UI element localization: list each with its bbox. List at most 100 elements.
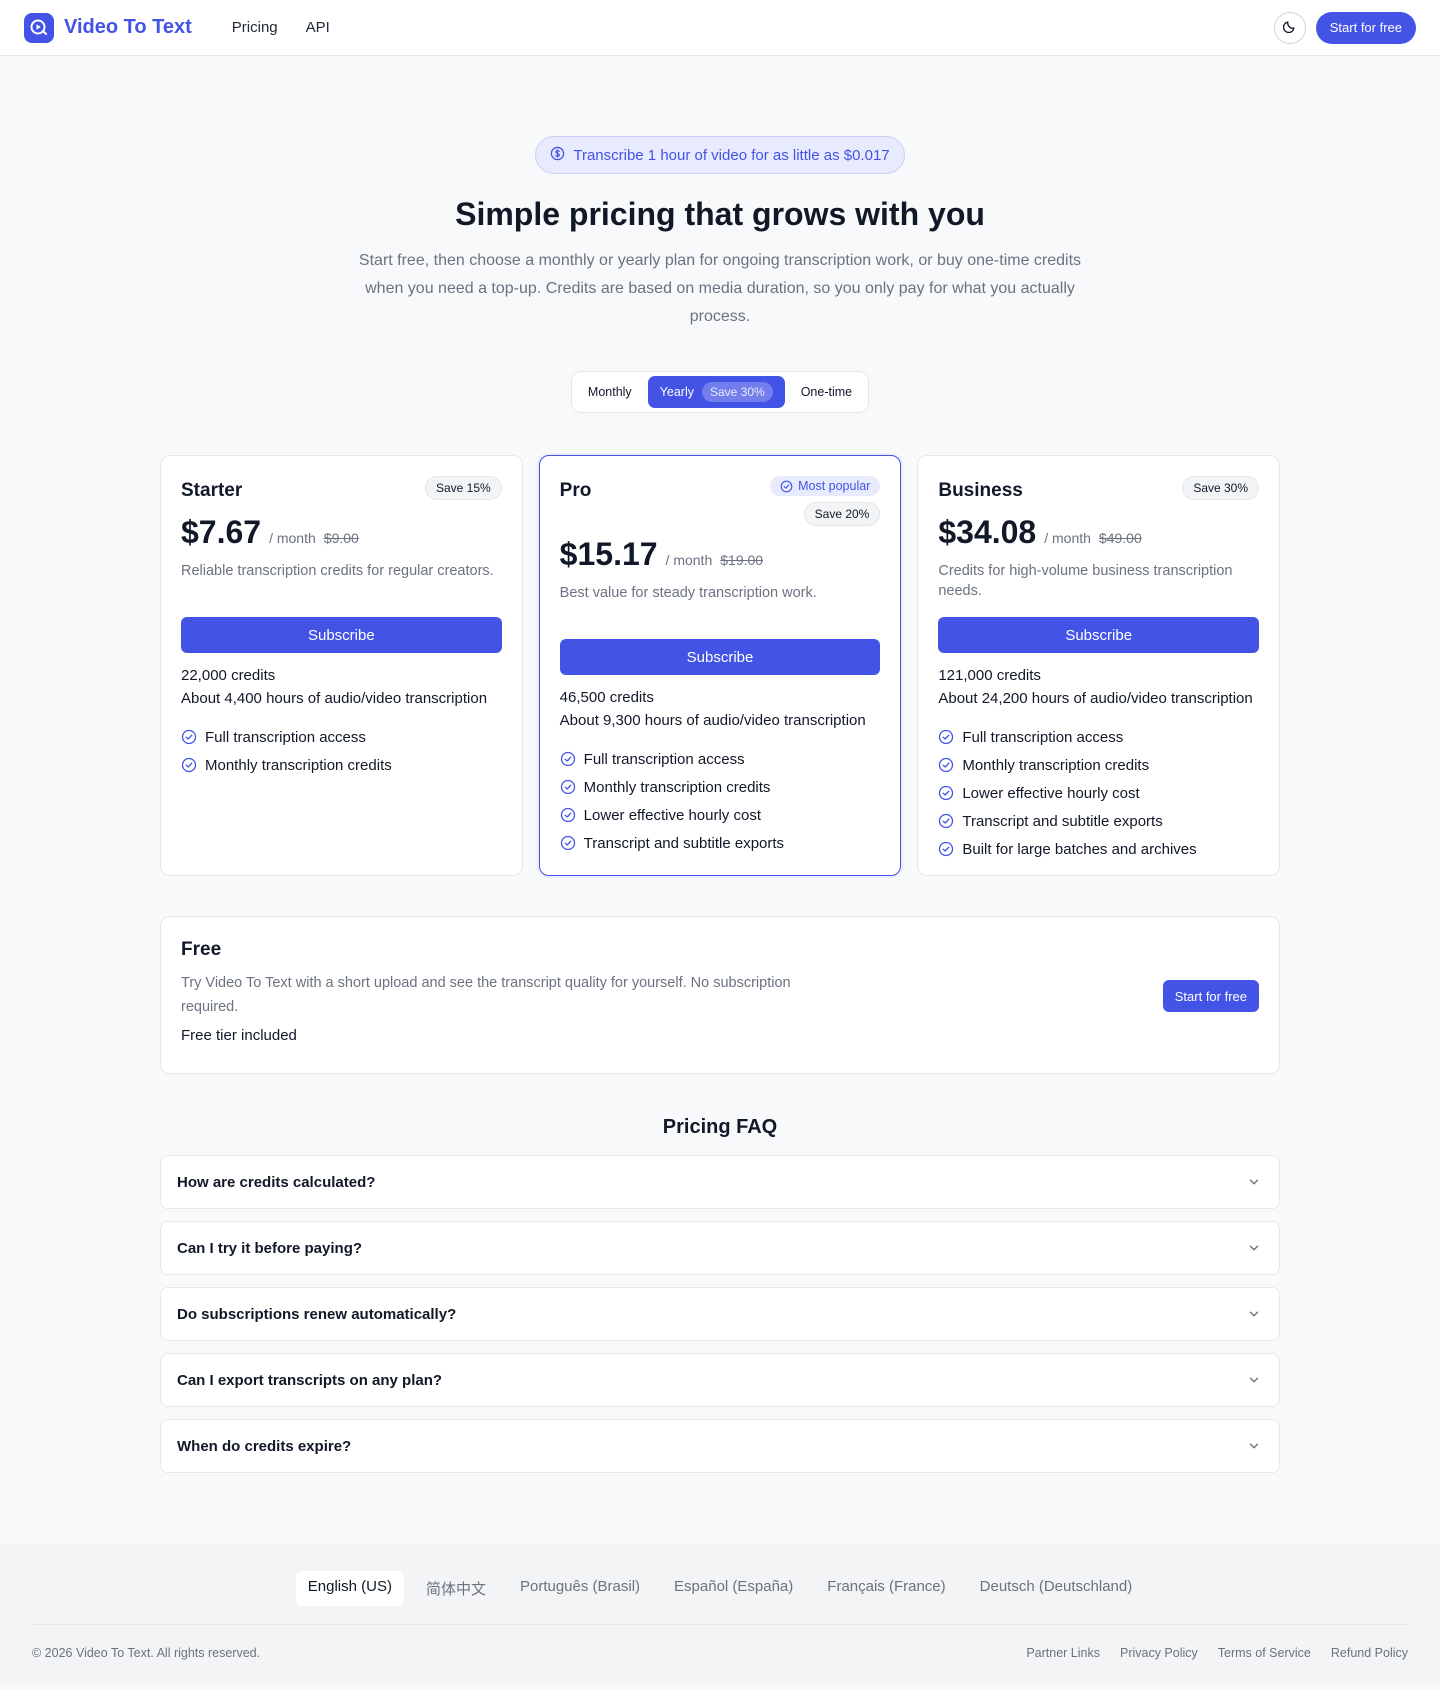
old-price: $49.00 — [1098, 530, 1142, 546]
language-option-zh[interactable]: 简体中文 — [414, 1571, 498, 1606]
check-circle-icon — [939, 757, 954, 773]
billing-tab-yearly-label: Yearly — [659, 385, 694, 399]
plan-card-business: Business Save 30% $34.08 / month $49.00 … — [917, 455, 1281, 876]
plan-description: Credits for high-volume business transcr… — [938, 563, 1233, 599]
most-popular-badge: Most popular — [770, 476, 881, 496]
chevron-down-icon — [1249, 1245, 1259, 1251]
list-item: Transcript and subtitle exports — [938, 807, 1259, 835]
faq-question: Can I try it before paying? — [177, 1239, 363, 1257]
footer-link-privacy[interactable]: Privacy Policy — [1120, 1646, 1198, 1660]
check-circle-icon — [181, 757, 197, 773]
footer-link-refund[interactable]: Refund Policy — [1331, 1646, 1408, 1660]
list-item: Full transcription access — [560, 745, 881, 773]
plan-credits: 46,500 credits — [560, 689, 881, 706]
language-option-pt[interactable]: Português (Brasil) — [508, 1571, 652, 1606]
dollar-icon — [550, 146, 565, 165]
nav-link-api[interactable]: API — [306, 19, 330, 36]
plan-name: Business — [938, 480, 1023, 501]
footer-link-terms[interactable]: Terms of Service — [1218, 1646, 1311, 1660]
plan-credits: 121,000 credits — [938, 667, 1259, 684]
faq-title: Pricing FAQ — [662, 1116, 778, 1138]
moon-icon — [1282, 19, 1297, 36]
credits-unit: credits — [231, 667, 276, 684]
check-circle-icon — [560, 751, 575, 767]
billing-tab-yearly[interactable]: Yearly Save 30% — [647, 376, 785, 408]
plan-price: $34.08 — [938, 514, 1037, 550]
plan-name: Pro — [559, 480, 592, 501]
price-row: $15.17 / month $19.00 — [560, 536, 881, 573]
check-circle-icon — [780, 480, 793, 492]
price-period: / month — [269, 530, 316, 546]
feature-text: Monthly transcription credits — [205, 756, 392, 774]
billing-toggle: Monthly Yearly Save 30% One-time — [570, 371, 870, 413]
theme-toggle-button[interactable] — [1273, 11, 1306, 44]
credits-unit: credits — [996, 667, 1041, 684]
credits-amount: 121,000 — [938, 667, 993, 684]
feature-list: Full transcription access Monthly transc… — [938, 723, 1259, 863]
faq-item[interactable]: When do credits expire? — [160, 1419, 1280, 1473]
main-nav: Pricing API — [232, 19, 330, 36]
billing-tab-onetime[interactable]: One-time — [789, 376, 864, 408]
free-plan-description: Try Video To Text with a short upload an… — [181, 975, 791, 1015]
price-row: $7.67 / month $9.00 — [181, 514, 502, 551]
price-period: / month — [665, 552, 713, 568]
credits-amount: 22,000 — [181, 667, 227, 684]
brand-name: Video To Text — [64, 16, 192, 38]
faq-item[interactable]: Do subscriptions renew automatically? — [160, 1287, 1280, 1341]
feature-list: Full transcription access Monthly transc… — [181, 723, 502, 779]
start-free-button[interactable]: Start for free — [1162, 980, 1259, 1012]
play-logo-icon — [24, 12, 54, 43]
credits-amount: 46,500 — [559, 689, 606, 706]
subscribe-pro-button[interactable]: Subscribe — [559, 639, 881, 675]
check-circle-icon — [939, 729, 954, 745]
faq-section: Pricing FAQ How are credits calculated? … — [160, 1116, 1280, 1473]
check-circle-icon — [939, 813, 954, 829]
feature-text: Full transcription access — [583, 750, 745, 768]
copyright: © 2026 Video To Text. All rights reserve… — [32, 1646, 261, 1660]
top-header: Video To Text Pricing API Start for free — [0, 0, 1440, 56]
language-option-fr[interactable]: Français (France) — [815, 1571, 957, 1606]
feature-text: Full transcription access — [962, 728, 1124, 746]
page-subtitle: Start free, then choose a monthly or yea… — [358, 252, 1082, 325]
free-plan-title: Free — [181, 939, 222, 960]
feature-text: Lower effective hourly cost — [962, 784, 1140, 802]
feature-text: Transcript and subtitle exports — [583, 834, 785, 852]
check-circle-icon — [939, 785, 954, 801]
feature-text: Built for large batches and archives — [962, 840, 1197, 858]
faq-question: When do credits expire? — [177, 1437, 352, 1455]
feature-text: Monthly transcription credits — [583, 778, 771, 796]
faq-item[interactable]: How are credits calculated? — [160, 1155, 1280, 1209]
promo-text: Transcribe 1 hour of video for as little… — [573, 146, 890, 164]
page-title: Simple pricing that grows with you — [455, 196, 985, 232]
plan-price: $7.67 — [181, 514, 262, 550]
feature-text: Lower effective hourly cost — [583, 806, 761, 824]
billing-tab-monthly[interactable]: Monthly — [576, 376, 644, 408]
check-circle-icon — [560, 835, 575, 851]
header-actions: Start for free — [1273, 11, 1416, 44]
feature-text: Transcript and subtitle exports — [962, 812, 1163, 830]
check-circle-icon — [939, 841, 954, 857]
subscribe-business-button[interactable]: Subscribe — [938, 617, 1260, 653]
language-option-de[interactable]: Deutsch (Deutschland) — [968, 1571, 1145, 1606]
free-plan-note: Free tier included — [181, 1027, 297, 1044]
faq-question: Can I export transcripts on any plan? — [177, 1371, 443, 1389]
yearly-save-badge: Save 30% — [701, 382, 773, 402]
free-plan-card: Free Try Video To Text with a short uplo… — [160, 916, 1280, 1074]
list-item: Full transcription access — [181, 723, 502, 751]
faq-item[interactable]: Can I export transcripts on any plan? — [160, 1353, 1280, 1407]
language-option-en[interactable]: English (US) — [295, 1571, 404, 1606]
faq-item[interactable]: Can I try it before paying? — [160, 1221, 1280, 1275]
save-badge: Save 20% — [803, 502, 881, 526]
plan-description: Reliable transcription credits for regul… — [181, 563, 494, 579]
brand[interactable]: Video To Text — [24, 12, 192, 43]
footer-link-partner[interactable]: Partner Links — [1026, 1646, 1100, 1660]
language-option-es[interactable]: Español (España) — [662, 1571, 805, 1606]
list-item: Lower effective hourly cost — [560, 801, 881, 829]
chevron-down-icon — [1249, 1377, 1259, 1383]
start-free-header-button[interactable]: Start for free — [1315, 11, 1416, 44]
chevron-down-icon — [1249, 1179, 1259, 1185]
save-badge: Save 15% — [424, 476, 502, 500]
nav-link-pricing[interactable]: Pricing — [232, 19, 278, 36]
subscribe-starter-button[interactable]: Subscribe — [181, 617, 502, 653]
hero-section: Transcribe 1 hour of video for as little… — [0, 56, 1440, 413]
